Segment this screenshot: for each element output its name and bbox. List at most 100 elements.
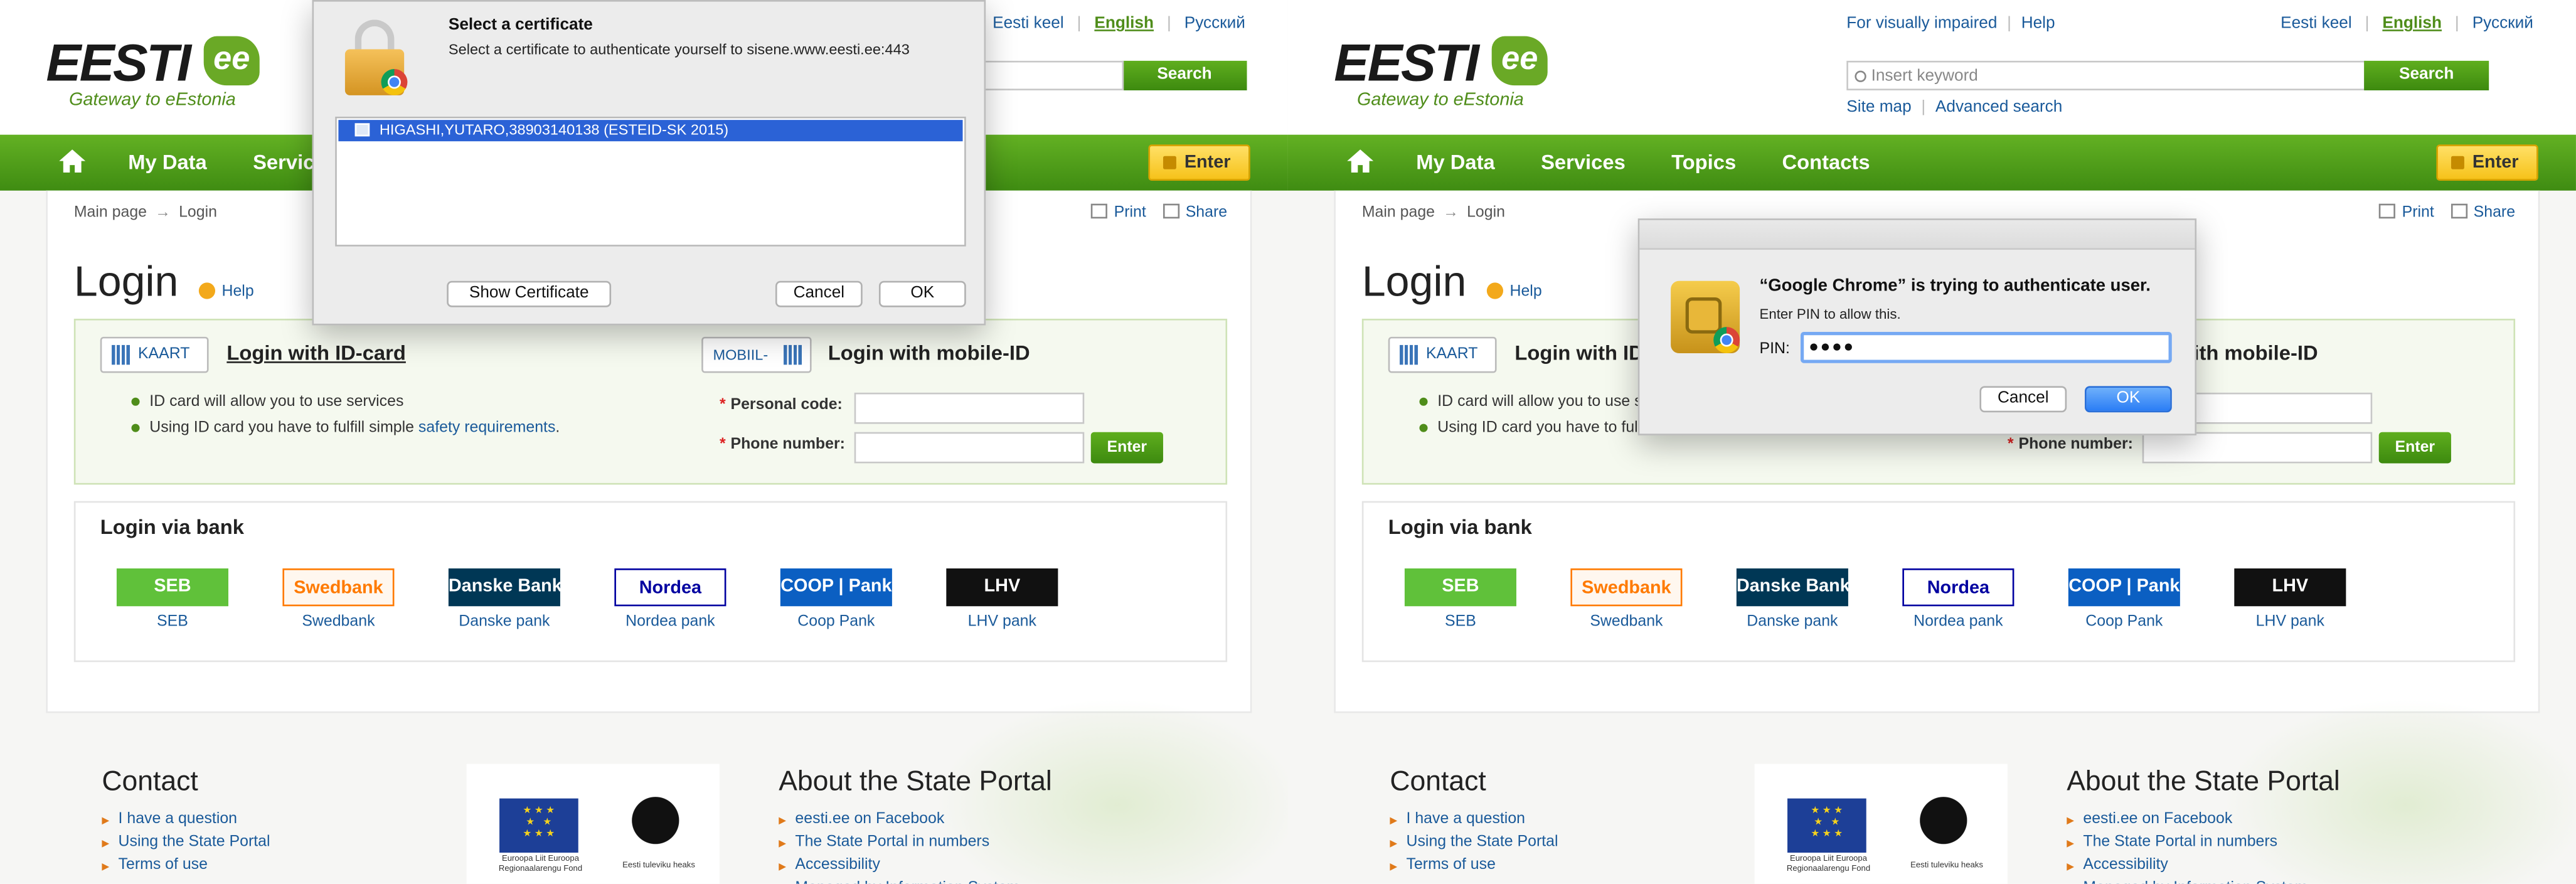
bank-name[interactable]: Coop Pank <box>2068 613 2180 631</box>
bank-logo[interactable]: Danske Bank <box>448 568 560 607</box>
advanced-search-link[interactable]: Advanced search <box>1935 99 2062 117</box>
contact-link-question[interactable]: I have a question <box>102 808 270 831</box>
id-card-login-link[interactable]: Login with ID-card <box>226 342 406 365</box>
bank-name[interactable]: LHV pank <box>2234 613 2346 631</box>
bank-name[interactable]: Swedbank <box>1570 613 1682 631</box>
nav-contacts[interactable]: Contacts <box>1782 151 1870 174</box>
bank-logo[interactable]: Swedbank <box>1570 568 1683 607</box>
contact-link-terms[interactable]: Terms of use <box>102 855 270 878</box>
about-link-accessibility[interactable]: Accessibility <box>2067 855 2340 878</box>
lang-estonian[interactable]: Eesti keel <box>2281 15 2352 33</box>
bank-name[interactable]: Swedbank <box>282 613 394 631</box>
bank-option[interactable]: SEB SEB <box>1404 568 1516 631</box>
pin-input[interactable]: ●●●● <box>1800 331 2172 363</box>
contact-link-terms[interactable]: Terms of use <box>1390 855 1558 878</box>
about-link-facebook[interactable]: eesti.ee on Facebook <box>2067 808 2340 831</box>
bank-logo[interactable]: Nordea <box>614 568 726 607</box>
contact-link-using[interactable]: Using the State Portal <box>102 831 270 855</box>
cancel-button[interactable]: Cancel <box>1979 386 2067 413</box>
bank-name[interactable]: Coop Pank <box>780 613 892 631</box>
ok-button[interactable]: OK <box>878 280 966 307</box>
home-icon[interactable] <box>59 149 86 173</box>
lang-russian[interactable]: Русский <box>1184 15 1245 33</box>
about-link-facebook[interactable]: eesti.ee on Facebook <box>779 808 1052 831</box>
bank-option[interactable]: Swedbank Swedbank <box>282 568 395 631</box>
bank-logo[interactable]: Swedbank <box>282 568 395 607</box>
home-icon[interactable] <box>1347 149 1374 173</box>
bank-option[interactable]: Nordea Nordea pank <box>614 568 726 631</box>
site-logo[interactable]: EESTI ee Gateway to eEstonia <box>46 33 276 115</box>
bank-name[interactable]: LHV pank <box>946 613 1058 631</box>
search-input[interactable]: Insert keyword <box>1846 60 2366 91</box>
site-map-link[interactable]: Site map <box>1846 99 1911 117</box>
certificate-row-selected[interactable]: HIGASHI,YUTARO,38903140138 (ESTEID-SK 20… <box>338 120 963 142</box>
show-certificate-button[interactable]: Show Certificate <box>447 280 612 307</box>
bank-option[interactable]: SEB SEB <box>116 568 228 631</box>
about-link-managed[interactable]: Managed by Information System <box>2067 877 2340 883</box>
lang-estonian[interactable]: Eesti keel <box>993 15 1064 33</box>
nav-my-data[interactable]: My Data <box>128 151 207 174</box>
cancel-button[interactable]: Cancel <box>775 280 863 307</box>
mobile-id-badge[interactable]: MOBIIL- <box>701 336 812 373</box>
print-link[interactable]: Print <box>2402 204 2434 222</box>
bank-name[interactable]: Danske pank <box>1737 613 1848 631</box>
contact-link-using[interactable]: Using the State Portal <box>1390 831 1558 855</box>
nav-my-data[interactable]: My Data <box>1416 151 1495 174</box>
ok-button[interactable]: OK <box>2085 386 2172 413</box>
bank-option[interactable]: COOP | Pank Coop Pank <box>2068 568 2180 631</box>
nav-services[interactable]: Services <box>1541 151 1626 174</box>
bank-option[interactable]: Swedbank Swedbank <box>1570 568 1683 631</box>
bank-name[interactable]: Nordea pank <box>1902 613 2014 631</box>
enter-button[interactable]: Enter <box>2436 144 2538 181</box>
bank-logo[interactable]: Danske Bank <box>1736 568 1848 607</box>
print-link[interactable]: Print <box>1114 204 1146 222</box>
lang-english[interactable]: English <box>1094 15 1154 33</box>
bank-logo[interactable]: LHV <box>2234 568 2346 607</box>
contact-link-question[interactable]: I have a question <box>1390 808 1558 831</box>
safety-requirements-link[interactable]: safety requirements <box>418 418 555 436</box>
bank-option[interactable]: LHV LHV pank <box>2234 568 2346 631</box>
mobile-enter-button[interactable]: Enter <box>2378 432 2451 464</box>
bank-logo[interactable]: Nordea <box>1902 568 2014 607</box>
phone-input[interactable] <box>854 432 1085 464</box>
bank-logo[interactable]: SEB <box>1404 568 1516 607</box>
site-logo[interactable]: EESTI ee Gateway to eEstonia <box>1334 33 1564 115</box>
bank-name[interactable]: SEB <box>1405 613 1516 631</box>
bank-name[interactable]: Danske pank <box>449 613 560 631</box>
bank-logo[interactable]: LHV <box>946 568 1058 607</box>
personal-code-input[interactable] <box>854 392 1085 424</box>
id-card-badge[interactable]: KAART <box>1388 336 1497 373</box>
bank-option[interactable]: Danske Bank Danske pank <box>448 568 560 631</box>
bank-option[interactable]: LHV LHV pank <box>946 568 1058 631</box>
visually-impaired-link[interactable]: For visually impaired <box>1846 15 1997 33</box>
about-link-accessibility[interactable]: Accessibility <box>779 855 1052 878</box>
share-link[interactable]: Share <box>2474 204 2515 222</box>
about-link-numbers[interactable]: The State Portal in numbers <box>2067 831 2340 855</box>
breadcrumb-main[interactable]: Main page <box>1362 204 1435 222</box>
certificate-list[interactable]: HIGASHI,YUTARO,38903140138 (ESTEID-SK 20… <box>335 116 966 247</box>
share-link[interactable]: Share <box>1186 204 1227 222</box>
bank-logo[interactable]: COOP | Pank <box>2068 568 2180 607</box>
help-top-link[interactable]: Help <box>2021 15 2055 33</box>
about-link-managed[interactable]: Managed by Information System <box>779 877 1052 883</box>
id-card-badge[interactable]: KAART <box>100 336 209 373</box>
bank-name[interactable]: Nordea pank <box>614 613 726 631</box>
bank-option[interactable]: Danske Bank Danske pank <box>1736 568 1848 631</box>
phone-input[interactable] <box>2142 432 2373 464</box>
bank-logo[interactable]: SEB <box>116 568 228 607</box>
help-link[interactable]: Help <box>198 282 254 301</box>
bank-option[interactable]: Nordea Nordea pank <box>1902 568 2014 631</box>
bank-name[interactable]: SEB <box>117 613 228 631</box>
help-link[interactable]: Help <box>1486 282 1542 301</box>
breadcrumb-main[interactable]: Main page <box>74 204 147 222</box>
mobile-enter-button[interactable]: Enter <box>1090 432 1163 464</box>
search-button[interactable]: Search <box>2364 60 2489 91</box>
about-link-numbers[interactable]: The State Portal in numbers <box>779 831 1052 855</box>
lang-russian[interactable]: Русский <box>2472 15 2533 33</box>
lang-english[interactable]: English <box>2382 15 2442 33</box>
bank-logo[interactable]: COOP | Pank <box>780 568 892 607</box>
enter-button[interactable]: Enter <box>1148 144 1250 181</box>
nav-topics[interactable]: Topics <box>1671 151 1736 174</box>
bank-option[interactable]: COOP | Pank Coop Pank <box>780 568 892 631</box>
search-button[interactable]: Search <box>1122 60 1247 91</box>
